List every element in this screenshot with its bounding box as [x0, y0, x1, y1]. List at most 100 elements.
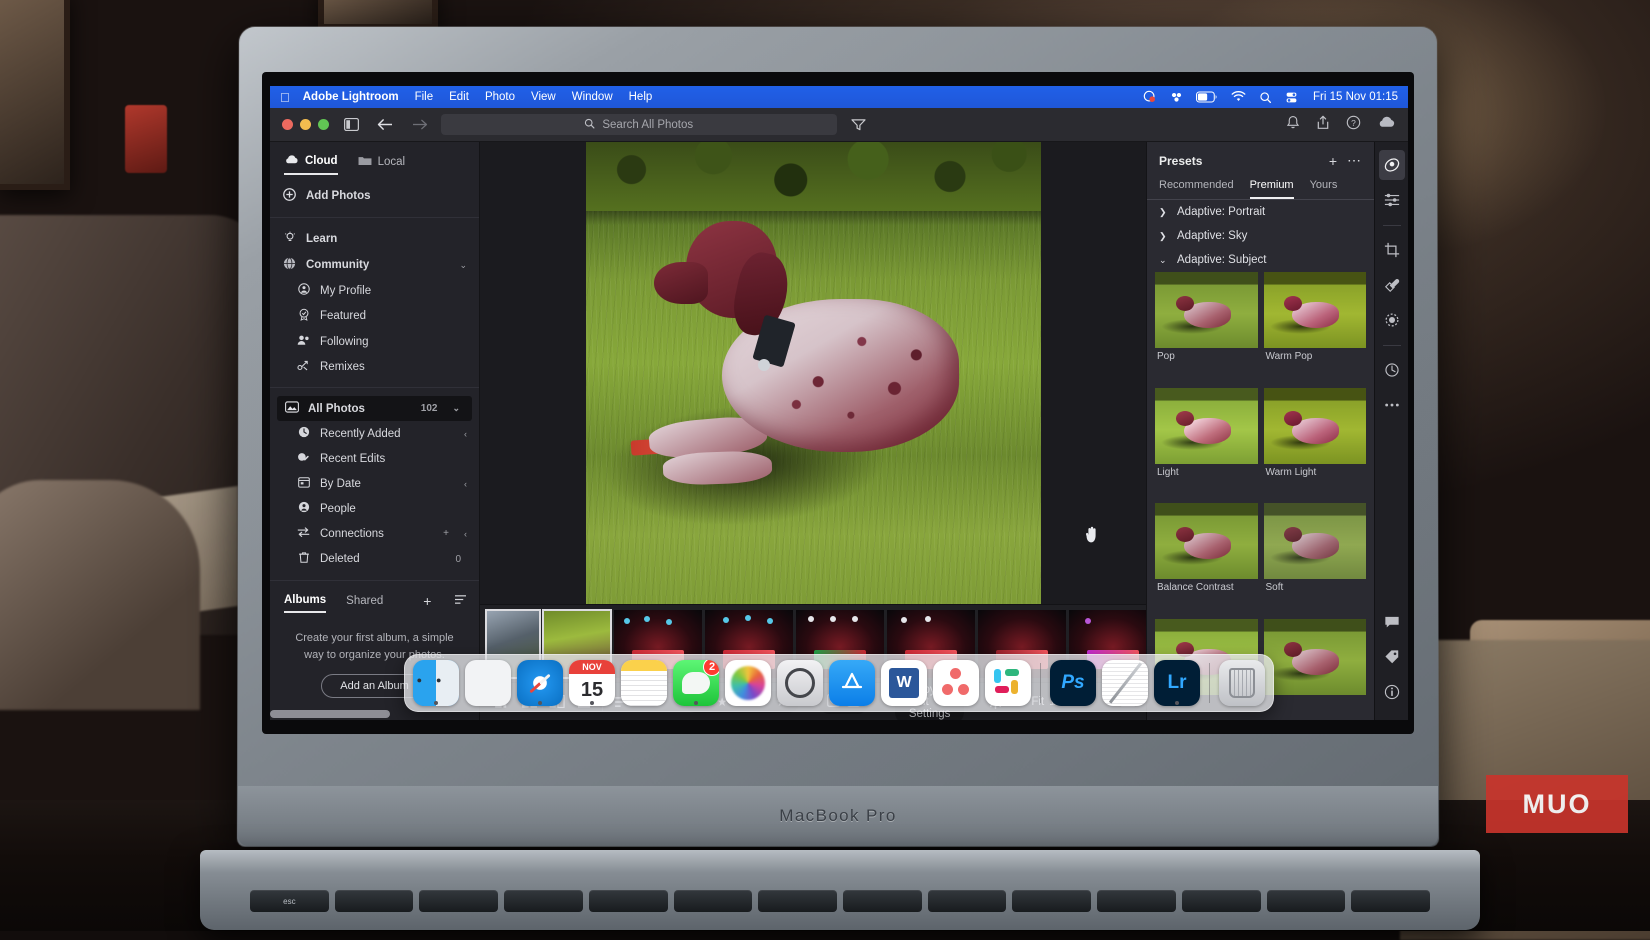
- healing-brush-icon[interactable]: [1379, 270, 1405, 300]
- preset-item[interactable]: Warm Light: [1264, 388, 1367, 498]
- preset-group-adaptive-sky[interactable]: ❯ Adaptive: Sky: [1147, 224, 1374, 248]
- cloud-icon[interactable]: [1377, 115, 1396, 134]
- preset-item[interactable]: Balance Contrast: [1155, 503, 1258, 613]
- versions-history-icon[interactable]: [1379, 355, 1405, 385]
- preset-group-adaptive-portrait[interactable]: ❯ Adaptive: Portrait: [1147, 200, 1374, 224]
- key-f12[interactable]: [1267, 890, 1346, 912]
- bell-icon[interactable]: [1286, 115, 1300, 135]
- menu-item-view[interactable]: View: [531, 91, 556, 103]
- key-f9[interactable]: [1012, 890, 1091, 912]
- menu-item-edit[interactable]: Edit: [449, 91, 469, 103]
- filter-icon[interactable]: [847, 115, 871, 135]
- preset-item[interactable]: Pop: [1155, 272, 1258, 382]
- search-input[interactable]: Search All Photos: [441, 114, 837, 135]
- sidebar-item-my-profile[interactable]: My Profile: [270, 278, 479, 303]
- preset-item[interactable]: Warm Pop: [1264, 272, 1367, 382]
- key-f3[interactable]: [504, 890, 583, 912]
- ellipsis-icon[interactable]: ⋯: [1347, 152, 1362, 169]
- sidebar-item-learn[interactable]: Learn: [270, 226, 479, 252]
- key-touch-id[interactable]: [1351, 890, 1430, 912]
- add-photos-button[interactable]: Add Photos: [270, 183, 479, 209]
- forward-arrow-icon[interactable]: [407, 115, 431, 135]
- sidebar-item-community[interactable]: Community ⌄: [270, 252, 479, 278]
- preset-item[interactable]: [1264, 619, 1367, 715]
- back-arrow-icon[interactable]: [373, 115, 397, 135]
- chevron-left-icon[interactable]: ‹: [464, 529, 467, 539]
- sidebar-item-connections[interactable]: Connections + ‹: [270, 521, 479, 546]
- sidebar-item-featured[interactable]: Featured: [270, 303, 479, 329]
- sidebar-item-recent-edits[interactable]: Recent Edits: [270, 446, 479, 471]
- comments-icon[interactable]: [1379, 607, 1405, 637]
- share-icon[interactable]: [1316, 115, 1330, 135]
- key-f7[interactable]: [843, 890, 922, 912]
- dock-item-calendar[interactable]: NOV 15: [569, 660, 615, 706]
- menu-item-photo[interactable]: Photo: [485, 91, 515, 103]
- sidebar-item-deleted[interactable]: Deleted 0: [270, 546, 479, 572]
- sidebar-item-recently-added[interactable]: Recently Added ‹: [270, 421, 479, 446]
- dock-item-messages[interactable]: 2: [673, 660, 719, 706]
- chevron-down-icon[interactable]: ⌄: [452, 403, 460, 414]
- tab-shared[interactable]: Shared: [346, 595, 383, 612]
- help-icon[interactable]: ?: [1346, 115, 1361, 135]
- dock-item-slack[interactable]: [985, 660, 1031, 706]
- dock-item-safari[interactable]: [517, 660, 563, 706]
- window-traffic-lights[interactable]: [282, 119, 329, 130]
- dock-item-photoshop[interactable]: Ps: [1050, 660, 1096, 706]
- dock-item-launchpad[interactable]: [465, 660, 511, 706]
- crop-icon[interactable]: [1379, 235, 1405, 265]
- more-ellipsis-icon[interactable]: [1379, 390, 1405, 420]
- close-button[interactable]: [282, 119, 293, 130]
- dock-item-notes[interactable]: [621, 660, 667, 706]
- sidebar-item-remixes[interactable]: Remixes: [270, 354, 479, 379]
- key-f6[interactable]: [758, 890, 837, 912]
- preset-tab-premium[interactable]: Premium: [1250, 179, 1294, 199]
- battery-icon[interactable]: [1196, 91, 1218, 103]
- menu-app-name[interactable]: Adobe Lightroom: [303, 91, 399, 103]
- key-f5[interactable]: [674, 890, 753, 912]
- key-f4[interactable]: [589, 890, 668, 912]
- key-f10[interactable]: [1097, 890, 1176, 912]
- tab-albums[interactable]: Albums: [284, 594, 326, 613]
- preset-group-adaptive-subject[interactable]: ⌄ Adaptive: Subject: [1147, 248, 1374, 272]
- menu-item-window[interactable]: Window: [572, 91, 613, 103]
- main-photo[interactable]: [586, 142, 1041, 604]
- menu-bar-clock[interactable]: Fri 15 Nov 01:15: [1313, 91, 1398, 103]
- preset-item[interactable]: Light: [1155, 388, 1258, 498]
- key-esc[interactable]: esc: [250, 890, 329, 912]
- chevron-left-icon[interactable]: ‹: [464, 429, 467, 439]
- preset-tab-recommended[interactable]: Recommended: [1159, 179, 1234, 199]
- photo-canvas[interactable]: [480, 142, 1146, 604]
- key-f1[interactable]: [335, 890, 414, 912]
- dock-item-system-settings[interactable]: [777, 660, 823, 706]
- key-f2[interactable]: [419, 890, 498, 912]
- chevron-left-icon[interactable]: ‹: [464, 479, 467, 489]
- edit-sliders-icon[interactable]: [1379, 185, 1405, 215]
- sidebar-item-all-photos[interactable]: All Photos 102 ⌄: [277, 396, 472, 421]
- key-f11[interactable]: [1182, 890, 1261, 912]
- wifi-icon[interactable]: [1231, 91, 1246, 103]
- dock-item-lightroom[interactable]: Lr: [1154, 660, 1200, 706]
- preset-tab-yours[interactable]: Yours: [1310, 179, 1338, 199]
- keywords-tags-icon[interactable]: [1379, 642, 1405, 672]
- dock-item-microsoft-word[interactable]: W: [881, 660, 927, 706]
- plus-icon[interactable]: +: [423, 593, 431, 614]
- sidebar-toggle-icon[interactable]: [339, 115, 363, 135]
- dock-item-finder[interactable]: ●●: [413, 660, 459, 706]
- preset-item[interactable]: Soft: [1264, 503, 1367, 613]
- sidebar-tab-cloud[interactable]: Cloud: [284, 154, 338, 175]
- masking-icon[interactable]: [1379, 305, 1405, 335]
- menu-item-help[interactable]: Help: [629, 91, 653, 103]
- plus-icon[interactable]: +: [1329, 153, 1337, 169]
- dock-item-asana[interactable]: [933, 660, 979, 706]
- chevron-down-icon[interactable]: ⌄: [459, 260, 467, 271]
- apple-icon[interactable]: : [280, 91, 290, 104]
- dock-item-textedit[interactable]: [1102, 660, 1148, 706]
- info-icon[interactable]: [1379, 677, 1405, 707]
- menu-item-file[interactable]: File: [415, 91, 434, 103]
- dock-item-trash[interactable]: [1219, 660, 1265, 706]
- minimize-button[interactable]: [300, 119, 311, 130]
- maximize-button[interactable]: [318, 119, 329, 130]
- key-f8[interactable]: [928, 890, 1007, 912]
- spotlight-search-icon[interactable]: [1259, 91, 1272, 104]
- sidebar-item-following[interactable]: Following: [270, 329, 479, 354]
